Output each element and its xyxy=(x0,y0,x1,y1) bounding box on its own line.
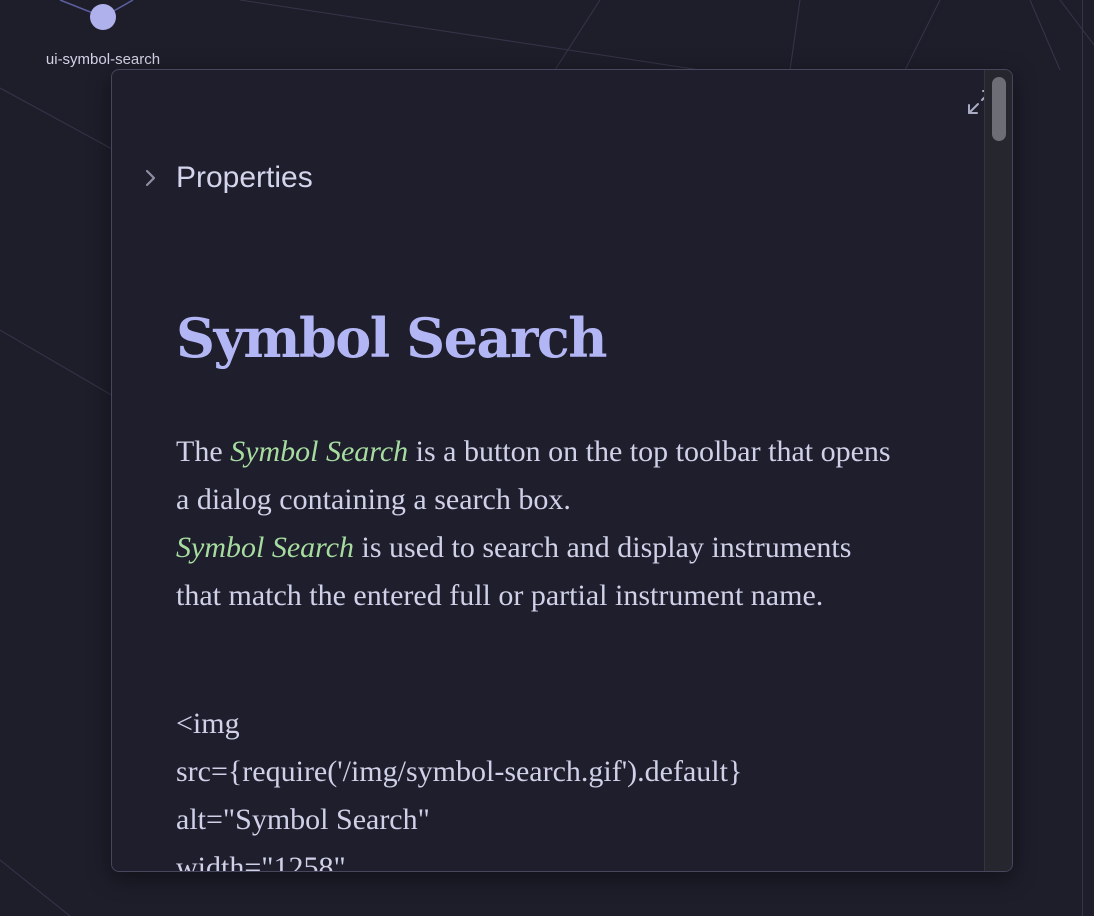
scrollbar-thumb[interactable] xyxy=(992,77,1006,141)
graph-edge xyxy=(0,859,71,916)
note-title: Symbol Search xyxy=(176,306,608,370)
raw-html-paragraph: <img src={require('/img/symbol-search.gif… xyxy=(176,700,896,872)
graph-node xyxy=(90,4,116,30)
code-line: <img xyxy=(176,707,240,740)
graph-edge xyxy=(554,0,601,71)
graph-node-label[interactable]: ui-symbol-search xyxy=(0,51,206,68)
hover-preview-popover: Properties Symbol Search The Symbol Sear… xyxy=(111,69,1013,872)
internal-link-symbol-search[interactable]: Symbol Search xyxy=(230,435,408,468)
scrollbar-track[interactable] xyxy=(984,70,1012,871)
graph-edge xyxy=(239,0,701,71)
graph-edge xyxy=(789,0,801,71)
paragraph-text: The xyxy=(176,435,231,468)
graph-edge xyxy=(1029,0,1061,71)
graph-edge xyxy=(1059,0,1094,46)
code-line: src={require('/img/symbol-search.gif').d… xyxy=(176,755,743,788)
code-line: alt="Symbol Search" xyxy=(176,803,430,836)
internal-link-symbol-search[interactable]: Symbol Search xyxy=(176,531,354,564)
graph-edge xyxy=(0,329,121,401)
pane-divider[interactable] xyxy=(1082,0,1083,916)
code-line: width="1258" xyxy=(176,851,346,872)
chevron-right-icon xyxy=(136,158,164,198)
properties-label: Properties xyxy=(176,161,313,194)
graph-edge xyxy=(904,0,941,71)
properties-toggle[interactable]: Properties xyxy=(136,158,313,198)
note-paragraph: The Symbol Search is a button on the top… xyxy=(176,428,896,620)
